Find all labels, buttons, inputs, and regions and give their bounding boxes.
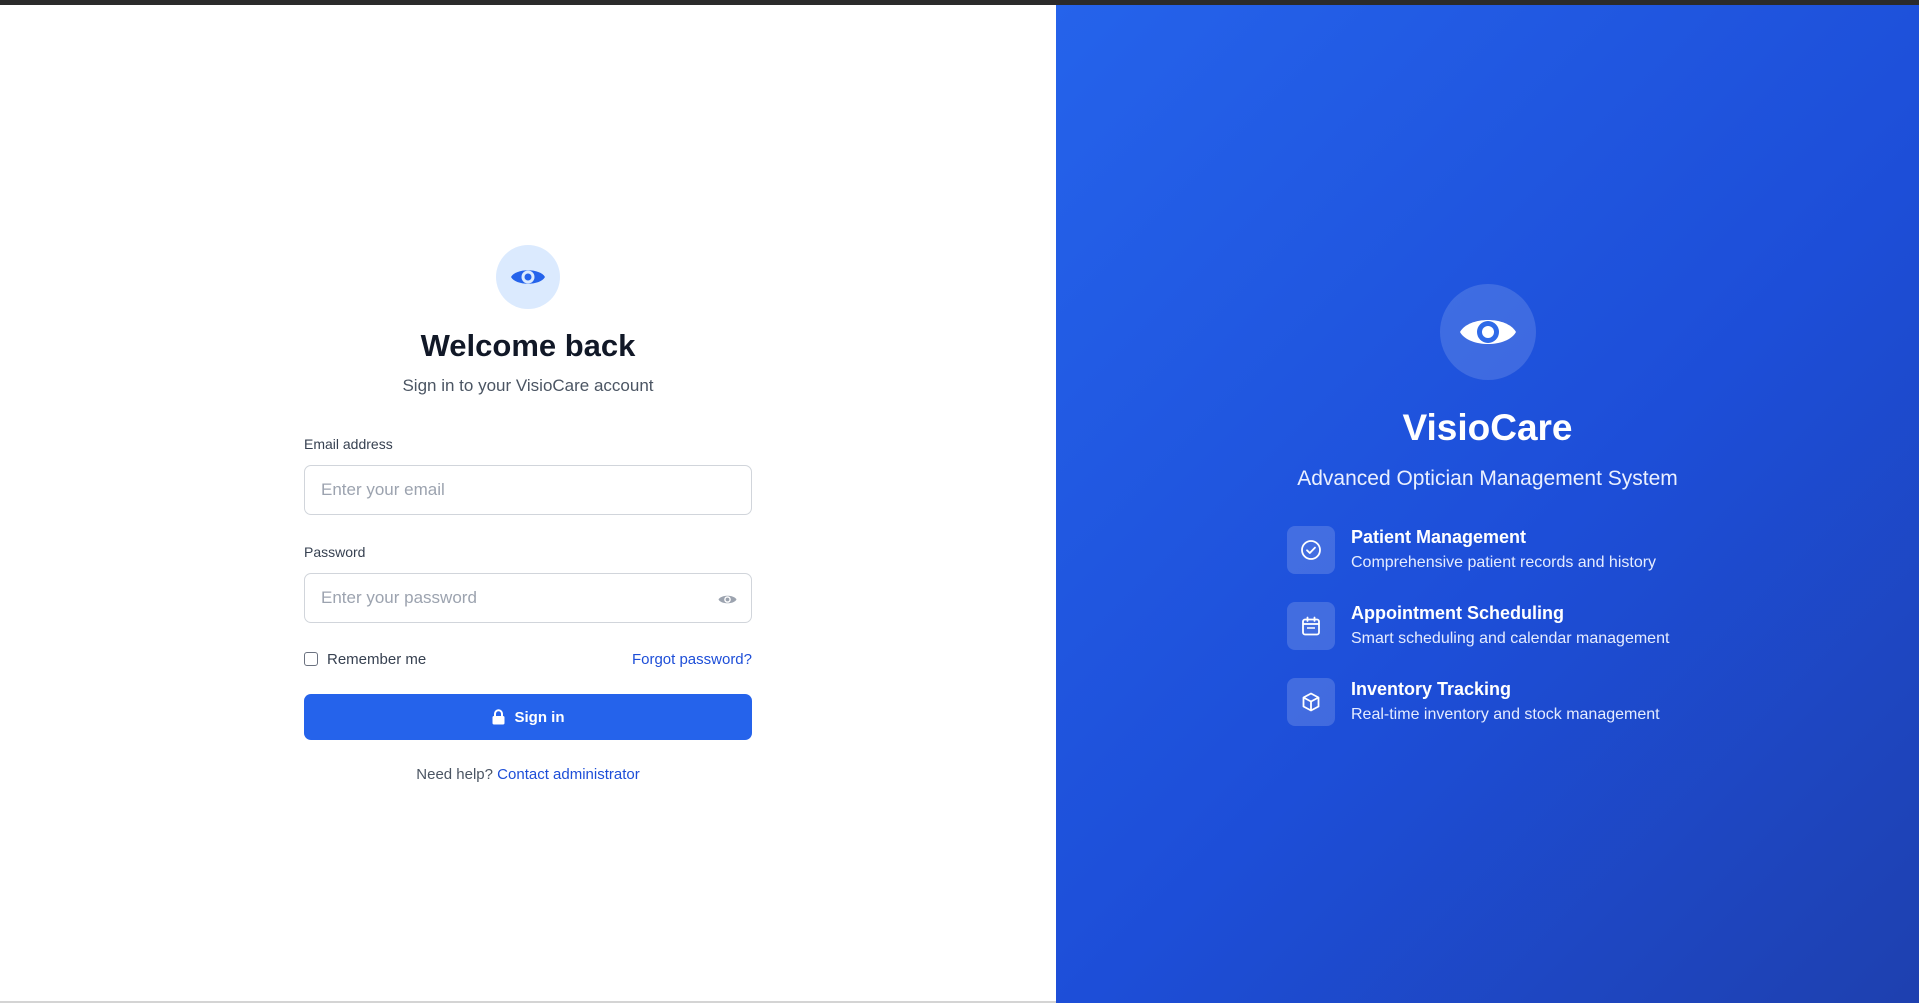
brand-panel: VisioCare Advanced Optician Management S… (1056, 5, 1919, 1003)
feature-item: Inventory Tracking Real-time inventory a… (1287, 678, 1727, 728)
logo-badge (496, 245, 560, 309)
calendar-icon (1287, 602, 1335, 650)
page-subtitle: Sign in to your VisioCare account (402, 376, 654, 395)
contact-administrator-link[interactable]: Contact administrator (497, 766, 640, 783)
feature-title: Appointment Scheduling (1351, 603, 1564, 623)
forgot-password-link[interactable]: Forgot password? (632, 651, 752, 668)
eye-logo-icon (511, 270, 545, 284)
eye-logo-icon (1459, 320, 1516, 344)
check-circle-icon (1287, 526, 1335, 574)
help-prompt: Need help? (416, 766, 493, 783)
email-label: Email address (304, 436, 393, 452)
page-title: Welcome back (420, 328, 636, 363)
brand-name: VisioCare (1402, 407, 1573, 448)
feature-item: Appointment Scheduling Smart scheduling … (1287, 602, 1727, 652)
help-text: Need help? Contact administrator (304, 766, 752, 783)
lock-icon (492, 709, 505, 725)
login-panel: Welcome back Sign in to your VisioCare a… (0, 5, 1056, 1002)
show-password-toggle[interactable] (717, 589, 737, 609)
feature-description: Smart scheduling and calendar management (1351, 630, 1670, 647)
password-field-box (304, 573, 752, 623)
brand-tagline: Advanced Optician Management System (1297, 467, 1678, 490)
feature-title: Inventory Tracking (1351, 679, 1512, 699)
email-field-box (304, 465, 752, 515)
box-icon (1287, 678, 1335, 726)
password-input[interactable] (305, 574, 751, 622)
feature-title: Patient Management (1351, 527, 1527, 547)
eye-icon (718, 595, 736, 603)
feature-item: Patient Management Comprehensive patient… (1287, 526, 1727, 576)
remember-me-checkbox[interactable] (304, 652, 318, 666)
feature-list: Patient Management Comprehensive patient… (1287, 526, 1727, 754)
sign-in-label: Sign in (514, 708, 565, 726)
form-options-row: Remember me Forgot password? (304, 649, 752, 669)
brand-logo-badge (1439, 284, 1536, 380)
feature-description: Real-time inventory and stock management (1351, 706, 1660, 723)
feature-description: Comprehensive patient records and histor… (1351, 554, 1657, 571)
email-input[interactable] (305, 466, 751, 514)
sign-in-button[interactable]: Sign in (304, 694, 752, 740)
remember-me-label: Remember me (327, 650, 427, 668)
login-form: Welcome back Sign in to your VisioCare a… (304, 245, 752, 783)
brand-header: VisioCare Advanced Optician Management S… (1056, 284, 1919, 493)
remember-me[interactable]: Remember me (304, 651, 426, 668)
password-label: Password (304, 544, 366, 560)
